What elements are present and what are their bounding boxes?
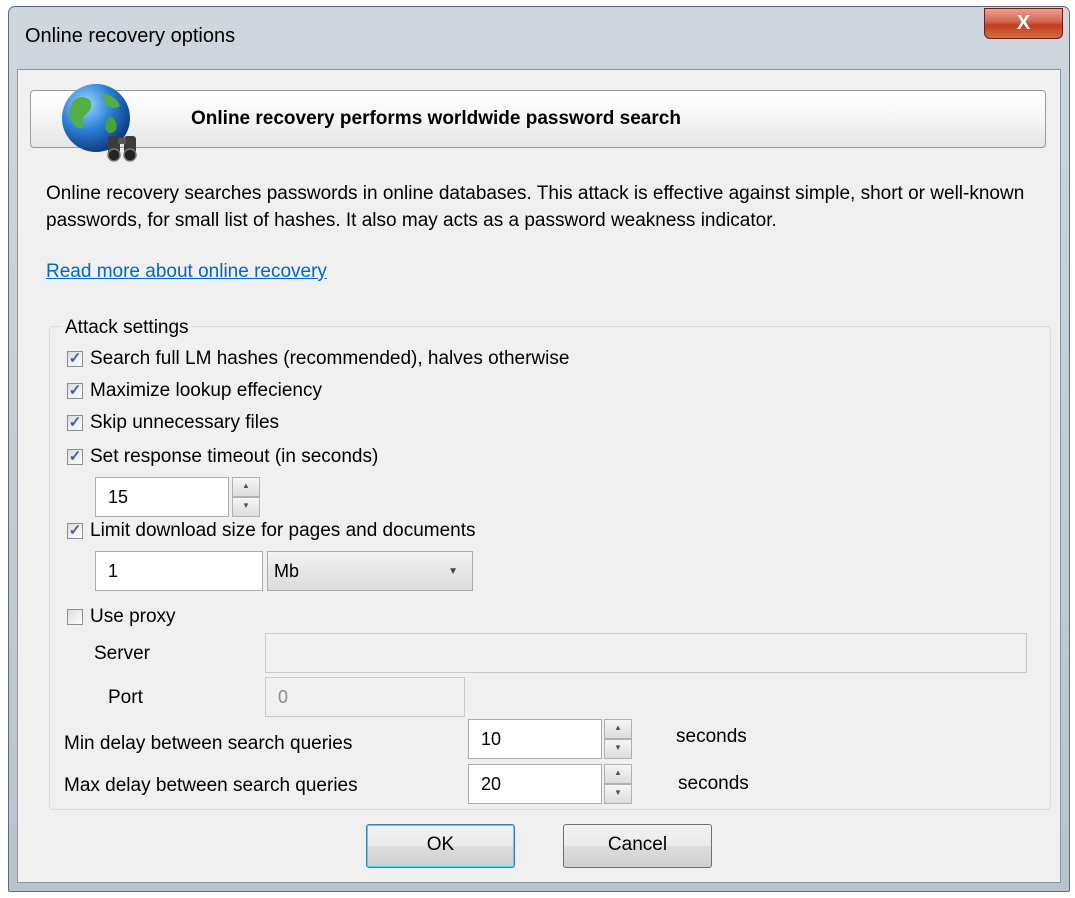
port-input[interactable]: 0 bbox=[265, 677, 465, 717]
use-proxy-label: Use proxy bbox=[90, 606, 176, 627]
spin-up-icon[interactable]: ▲ bbox=[232, 477, 260, 497]
maximize-lookup-label: Maximize lookup effeciency bbox=[90, 380, 322, 401]
ok-button[interactable]: OK bbox=[366, 824, 515, 868]
checkbox-search-full-lm[interactable]: ✓ bbox=[67, 351, 83, 367]
response-timeout-checkbox[interactable]: ✓ Set response timeout (in seconds) bbox=[67, 446, 378, 468]
maximize-lookup-checkbox[interactable]: ✓ Maximize lookup effeciency bbox=[67, 380, 322, 402]
title-bar[interactable]: Online recovery options X bbox=[9, 7, 1069, 69]
size-unit-value: Mb bbox=[274, 561, 300, 581]
cancel-button[interactable]: Cancel bbox=[563, 824, 712, 868]
window-title: Online recovery options bbox=[25, 25, 236, 47]
banner-title: Online recovery performs worldwide passw… bbox=[191, 108, 681, 129]
size-unit-select[interactable]: Mb ▼ bbox=[267, 551, 473, 591]
skip-files-checkbox[interactable]: ✓ Skip unnecessary files bbox=[67, 412, 279, 434]
description-text: Online recovery searches passwords in on… bbox=[46, 183, 1025, 231]
attack-settings-group: Attack settings ✓ Search full LM hashes … bbox=[49, 317, 1051, 810]
max-delay-unit: seconds bbox=[678, 773, 749, 794]
response-timeout-label: Set response timeout (in seconds) bbox=[90, 446, 379, 467]
max-delay-label: Max delay between search queries bbox=[64, 775, 358, 796]
min-delay-unit: seconds bbox=[676, 726, 747, 747]
close-button[interactable]: X bbox=[984, 8, 1063, 39]
spin-up-icon[interactable]: ▲ bbox=[604, 719, 632, 739]
skip-files-label: Skip unnecessary files bbox=[90, 412, 280, 433]
max-delay-spinner[interactable]: ▲ ▼ bbox=[604, 764, 632, 804]
header-banner: Online recovery performs worldwide passw… bbox=[30, 90, 1046, 148]
limit-download-label: Limit download size for pages and docume… bbox=[90, 520, 476, 541]
search-full-lm-checkbox[interactable]: ✓ Search full LM hashes (recommended), h… bbox=[67, 348, 569, 370]
read-more-link[interactable]: Read more about online recovery bbox=[46, 261, 327, 283]
checkbox-maximize-lookup[interactable]: ✓ bbox=[67, 383, 83, 399]
spin-up-icon[interactable]: ▲ bbox=[604, 764, 632, 784]
min-delay-label: Min delay between search queries bbox=[64, 733, 353, 754]
max-delay-input[interactable]: 20 bbox=[468, 764, 602, 804]
checkbox-use-proxy[interactable] bbox=[67, 609, 83, 625]
limit-download-checkbox[interactable]: ✓ Limit download size for pages and docu… bbox=[67, 520, 476, 542]
dropdown-arrow-icon: ▼ bbox=[448, 566, 458, 577]
use-proxy-checkbox[interactable]: Use proxy bbox=[67, 606, 176, 628]
search-full-lm-label: Search full LM hashes (recommended), hal… bbox=[90, 348, 570, 369]
min-delay-spinner[interactable]: ▲ ▼ bbox=[604, 719, 632, 759]
checkbox-limit-download[interactable]: ✓ bbox=[67, 523, 83, 539]
checkbox-skip-files[interactable]: ✓ bbox=[67, 415, 83, 431]
spin-down-icon[interactable]: ▼ bbox=[604, 784, 632, 804]
download-size-input[interactable]: 1 bbox=[95, 551, 263, 591]
spin-down-icon[interactable]: ▼ bbox=[604, 739, 632, 759]
globe-binoculars-icon bbox=[62, 84, 137, 162]
dialog-window: Online recovery options X Online recover… bbox=[8, 6, 1070, 892]
checkbox-response-timeout[interactable]: ✓ bbox=[67, 449, 83, 465]
min-delay-input[interactable]: 10 bbox=[468, 719, 602, 759]
attack-settings-title: Attack settings bbox=[62, 317, 192, 339]
timeout-input[interactable]: 15 bbox=[95, 477, 229, 517]
port-label: Port bbox=[108, 687, 143, 708]
spin-down-icon[interactable]: ▼ bbox=[232, 497, 260, 517]
timeout-spinner[interactable]: ▲ ▼ bbox=[232, 477, 260, 517]
dialog-body: Online recovery performs worldwide passw… bbox=[17, 69, 1061, 883]
server-input[interactable] bbox=[265, 633, 1027, 673]
server-label: Server bbox=[94, 643, 150, 664]
